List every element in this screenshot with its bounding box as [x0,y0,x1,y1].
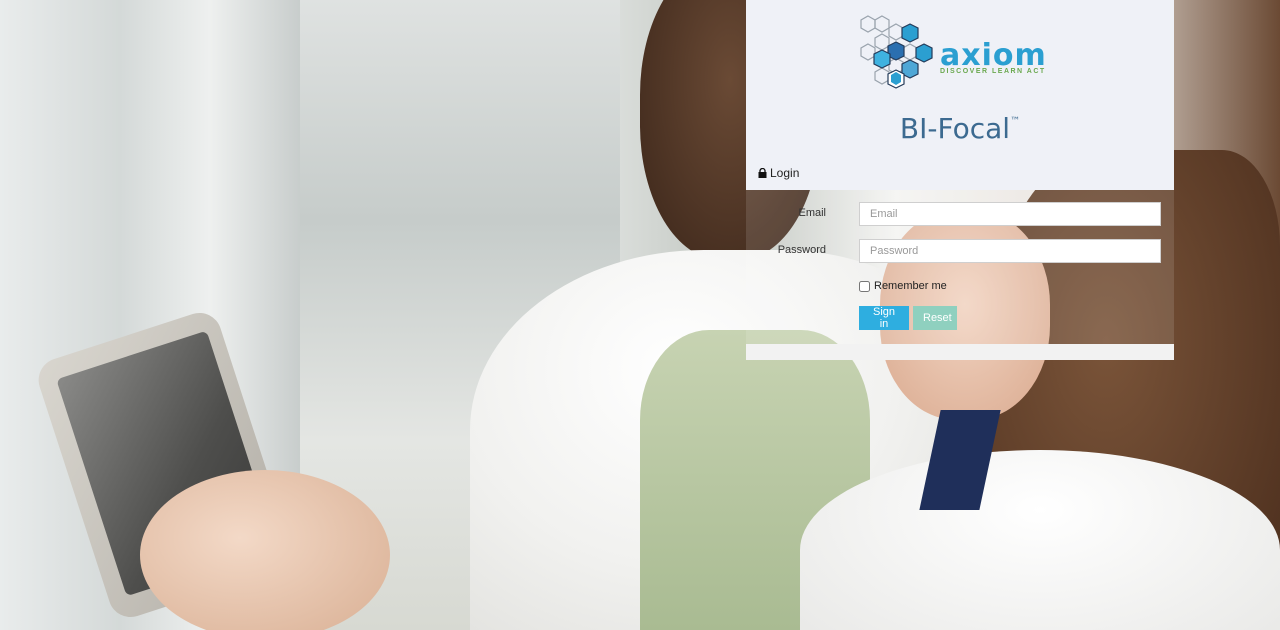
hexagon-logo-icon [860,15,933,89]
product-name: BI-Focal [899,112,1011,145]
login-panel: axiom DISCOVER LEARN ACT BI-Focal™ Login… [746,0,1174,360]
lock-icon [758,168,767,178]
login-panel-footer [746,344,1174,360]
password-input[interactable] [859,239,1161,263]
reset-button[interactable]: Reset [913,306,957,330]
axiom-logo: axiom DISCOVER LEARN ACT [858,14,1062,90]
remember-me-row: Remember me [859,280,947,292]
email-label: Email [798,207,826,219]
hand [140,470,390,630]
login-panel-header: axiom DISCOVER LEARN ACT BI-Focal™ Login [746,0,1174,190]
password-label: Password [777,244,826,256]
login-form: Email Password Remember me Sign in Reset [746,190,1174,344]
login-heading-text: Login [770,166,800,180]
remember-me-label[interactable]: Remember me [874,280,947,292]
login-heading: Login [758,166,799,180]
sign-in-button[interactable]: Sign in [859,306,909,330]
logo-tagline: DISCOVER LEARN ACT [940,68,1046,75]
remember-me-checkbox[interactable] [859,280,870,292]
trademark-mark: ™ [1010,116,1021,127]
product-title: BI-Focal™ [746,112,1174,145]
email-input[interactable] [859,202,1161,226]
